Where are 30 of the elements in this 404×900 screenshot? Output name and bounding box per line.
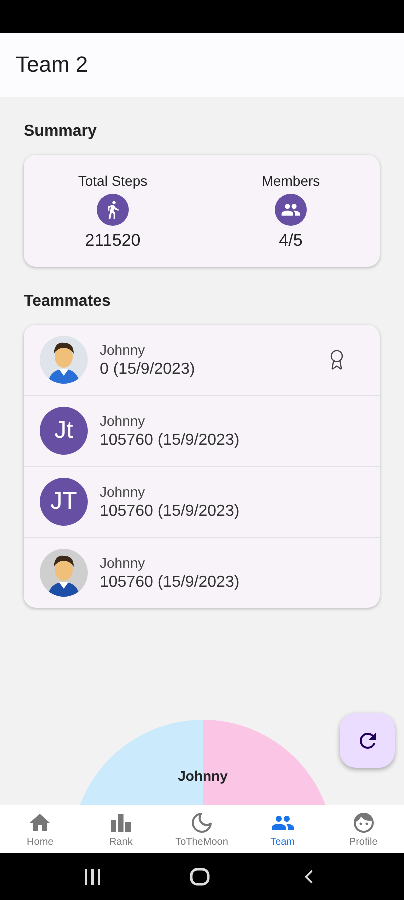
section-title: Teammates [24,293,112,311]
stat-value: 4/5 [279,231,303,251]
member-name: Johnny [100,554,146,570]
moon-icon [190,810,214,834]
nav-tab[interactable]: Rank [80,805,162,853]
member-steps: 105760 (15/9/2023) [100,432,364,450]
nav-tab[interactable]: ToTheMoon [162,805,242,853]
avatar: Jt [40,407,88,455]
nav-tab[interactable]: Team [242,805,324,853]
member-name: Johnny [100,412,146,428]
stat-label: Members [262,173,320,189]
nav-tab[interactable]: Home [0,805,81,853]
member-steps: 105760 (15/9/2023) [100,574,364,592]
people-icon [275,194,307,226]
nav-tab[interactable]: Profile [323,805,404,853]
page-title: Team 2 [16,52,88,78]
member-steps: 105760 (15/9/2023) [100,502,364,520]
stat-label: Total Steps [78,173,148,189]
walking-icon [97,194,129,226]
chart-label: Johnny [178,768,228,784]
face-icon [352,810,376,834]
section-title: Summary [24,123,98,141]
member-name: Johnny [100,484,146,500]
avatar: JT [40,478,88,526]
recent-apps-icon[interactable] [84,868,102,884]
refresh-button[interactable] [340,713,395,768]
member-steps: 0 (15/9/2023) [100,360,314,378]
stat-value: 211520 [85,231,141,251]
member-name: Johnny [100,342,146,358]
home-button-icon[interactable] [190,868,210,886]
